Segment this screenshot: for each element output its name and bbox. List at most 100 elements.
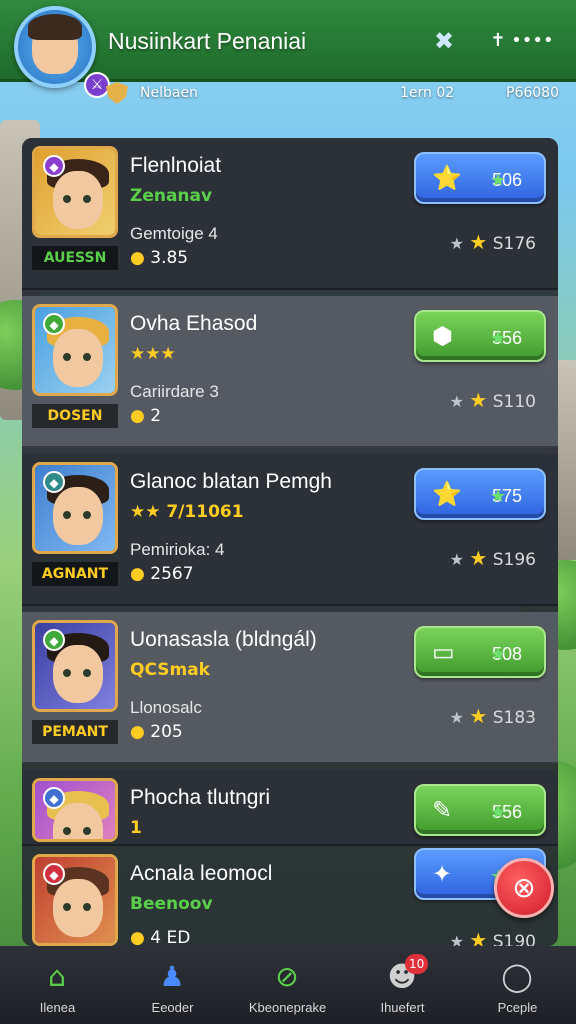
coins-value: 3.85 xyxy=(150,248,189,268)
reward-value: S196 xyxy=(492,550,536,570)
reward-value: S176 xyxy=(492,234,536,254)
shuffle-icon[interactable]: ✖ xyxy=(424,22,464,60)
silver-star-icon: ★ xyxy=(449,550,464,569)
hero-name: Uonasasla (bldngál) xyxy=(130,628,317,651)
claim-button[interactable]: ⬢ ★ 556 xyxy=(414,310,546,362)
list-item[interactable]: ◆ AGNANT Glanoc blatan Pemgh ★★ 7/11061 … xyxy=(22,454,558,606)
star-icon: ★ xyxy=(490,328,507,348)
portrait-eye xyxy=(83,903,91,911)
class-badge-icon: ◆ xyxy=(43,471,65,493)
coins-value: 205 xyxy=(150,722,183,742)
hero-level: Pemirioka: 4 xyxy=(130,540,225,559)
hero-coins: ● 3.85 xyxy=(130,248,188,268)
reward-value: S190 xyxy=(492,932,536,946)
hero-name: Phocha tlutngri xyxy=(130,786,271,809)
list-item[interactable]: ◆ Acnala leomocl Beenoov ● 4 ED ✦ ★ 5 ★ … xyxy=(22,846,558,946)
hero-coins: ● 2567 xyxy=(130,564,194,584)
nav-label: Kbeoneprake xyxy=(248,1000,327,1015)
portrait-face xyxy=(53,171,103,229)
player-list: ◆ AUESSN Flenlnoiat Zenanav Gemtoige 4 ●… xyxy=(22,138,558,946)
status-center: 1ern 02 xyxy=(400,85,455,101)
coin-icon: ● xyxy=(130,248,151,268)
search-icon[interactable]: ⊗ xyxy=(494,858,554,918)
silver-star-icon: ★ xyxy=(449,708,464,727)
coins-value: 4 ED xyxy=(150,928,191,946)
status-bar: Nelbaen 1ern 02 P66080 xyxy=(100,80,570,108)
compass-icon: ⊘ xyxy=(275,960,299,993)
player-avatar[interactable]: ⚔ xyxy=(14,6,110,98)
portrait-eye xyxy=(63,353,71,361)
star-icon: ★ xyxy=(490,486,507,506)
page-title: Nusiinkart Penaniai xyxy=(108,28,307,54)
portrait-eye xyxy=(63,827,71,835)
nav-item-ring[interactable]: ◯ Pceple xyxy=(460,946,575,1024)
reward-value: S183 xyxy=(492,708,536,728)
gold-star-icon: ★ xyxy=(469,546,488,570)
hero-level: Cariirdare 3 xyxy=(130,382,219,401)
reward: ★ ★ S196 xyxy=(450,546,536,570)
gold-star-icon: ★ xyxy=(469,704,488,728)
hero-portrait: ◆ xyxy=(32,854,118,946)
list-item[interactable]: ◆ PEMANT Uonasasla (bldngál) QCSmak Llon… xyxy=(22,612,558,764)
hero-subtitle: ★★ 7/11061 xyxy=(130,502,244,522)
claim-button[interactable]: ⭐ ★ 575 xyxy=(414,468,546,520)
nav-item-home[interactable]: ⌂ Ilenea xyxy=(0,946,115,1024)
coins-value: 2567 xyxy=(150,564,194,584)
class-badge-icon: ◆ xyxy=(43,313,65,335)
star-icon: ★ xyxy=(490,170,507,190)
button-icon: ✦ xyxy=(432,861,453,888)
silver-star-icon: ★ xyxy=(449,392,464,411)
hero-subtitle: ★★★ xyxy=(130,344,176,364)
hero-name: Ovha Ehasod xyxy=(130,312,258,335)
claim-button[interactable]: ⭐ ★ 506 xyxy=(414,152,546,204)
hero-subtitle: QCSmak xyxy=(130,660,210,680)
hero-portrait: ◆ xyxy=(32,778,118,842)
shield-icon xyxy=(106,82,128,104)
gold-star-icon: ★ xyxy=(469,388,488,412)
nav-item-person[interactable]: ♟ Eeoder xyxy=(115,946,230,1024)
notification-badge: 10 xyxy=(405,954,429,974)
more-icon[interactable]: ✝ •••• xyxy=(484,22,560,60)
nav-label: Eeoder xyxy=(151,1000,194,1015)
hero-tag: AUESSN xyxy=(32,246,118,270)
hero-coins: ● 4 ED xyxy=(130,928,190,946)
portrait-face xyxy=(53,329,103,387)
nav-item-compass[interactable]: ⊘ Kbeoneprake xyxy=(230,946,345,1024)
nav-item-chat[interactable]: ☻ Ihuefert 10 xyxy=(345,946,460,1024)
coin-icon: ● xyxy=(130,406,151,426)
coins-value: 2 xyxy=(150,406,162,426)
portrait-eye xyxy=(83,669,91,677)
hero-portrait: ◆ xyxy=(32,146,118,238)
hero-name: Flenlnoiat xyxy=(130,154,222,177)
list-item[interactable]: ◆ AUESSN Flenlnoiat Zenanav Gemtoige 4 ●… xyxy=(22,138,558,290)
list-item[interactable]: ◆ Phocha tlutngri 1 ● ✎ ★ 556 ★ ★ xyxy=(22,770,558,846)
list-item[interactable]: ◆ DOSEN Ovha Ehasod ★★★ Cariirdare 3 ● 2… xyxy=(22,296,558,448)
gold-star-icon: ★ xyxy=(469,928,488,946)
hero-subtitle: 1 xyxy=(130,818,142,838)
portrait-eye xyxy=(83,353,91,361)
class-badge-icon: ◆ xyxy=(43,787,65,809)
portrait-eye xyxy=(83,195,91,203)
coin-icon: ● xyxy=(130,722,151,742)
hero-subtitle: Beenoov xyxy=(130,894,213,914)
hero-level: Gemtoige 4 xyxy=(130,224,218,243)
hero-tag: PEMANT xyxy=(32,720,118,744)
hero-coins: ● 2 xyxy=(130,406,161,426)
reward-value: S110 xyxy=(492,392,536,412)
portrait-eye xyxy=(83,511,91,519)
star-icon: ★ xyxy=(490,802,507,822)
portrait-eye xyxy=(83,827,91,835)
claim-button[interactable]: ✎ ★ 556 xyxy=(414,784,546,836)
home-icon: ⌂ xyxy=(48,960,66,993)
star-icon: ★ xyxy=(490,644,507,664)
class-badge-icon: ◆ xyxy=(43,863,65,885)
hero-portrait: ◆ xyxy=(32,304,118,396)
reward: ★ ★ S190 xyxy=(450,928,536,946)
hero-coins: ● 205 xyxy=(130,722,183,742)
button-icon: ⭐ xyxy=(432,165,462,192)
coin-icon: ● xyxy=(130,564,151,584)
status-left: Nelbaen xyxy=(140,85,198,101)
gold-star-icon: ★ xyxy=(469,230,488,254)
claim-button[interactable]: ▭ ★ 508 xyxy=(414,626,546,678)
button-icon: ⬢ xyxy=(432,323,453,350)
